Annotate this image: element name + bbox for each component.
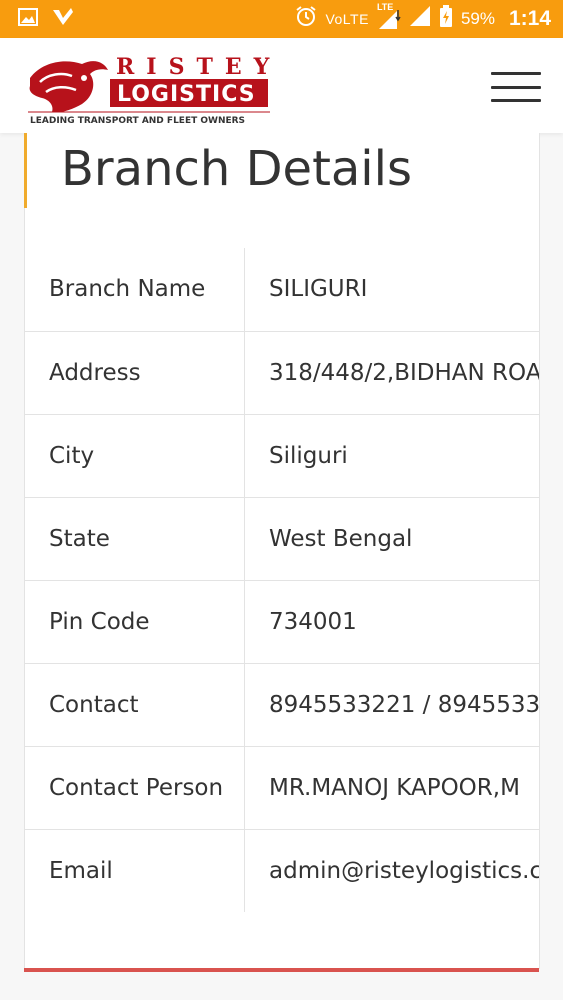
row-value[interactable]: admin@risteylogistics.co	[245, 829, 539, 912]
row-label: City	[25, 414, 245, 497]
menu-line	[491, 85, 541, 89]
table-row-email: Email admin@risteylogistics.co	[25, 829, 539, 912]
row-label: State	[25, 497, 245, 580]
footer-accent-bar	[24, 968, 539, 972]
logo-name-bottom: LOGISTICS	[117, 82, 256, 107]
logo-name-top: RISTEY	[116, 54, 274, 80]
menu-line	[491, 72, 541, 75]
table-row-contact-person: Contact Person MR.MANOJ KAPOOR,M	[25, 746, 539, 829]
row-label: Address	[25, 331, 245, 414]
hamburger-menu-icon[interactable]	[491, 72, 541, 102]
battery-percent: 59%	[460, 9, 495, 28]
table-row-city: City Siliguri	[25, 414, 539, 497]
page-title: Branch Details	[61, 141, 412, 197]
status-bar: VoLTE LTE 59% 1:14	[0, 0, 563, 38]
menu-line	[491, 99, 541, 102]
row-value: 318/448/2,BIDHAN ROA	[269, 359, 539, 386]
row-value: SILIGURI	[269, 276, 368, 303]
lte-label: LTE	[376, 2, 394, 12]
row-value: MR.MANOJ KAPOOR,M	[269, 774, 520, 801]
volte-label: VoLTE	[325, 11, 369, 27]
table-row-branch-name: Branch Name SILIGURI	[25, 248, 539, 331]
app-header: RISTEY LOGISTICS LEADING TRANSPORT AND F…	[0, 38, 563, 133]
check-notification-icon	[52, 7, 74, 32]
clock-time: 1:14	[508, 7, 551, 30]
ristey-logistics-logo[interactable]: RISTEY LOGISTICS LEADING TRANSPORT AND F…	[24, 48, 274, 128]
row-label: Contact Person	[25, 746, 245, 829]
row-value: Siliguri	[269, 442, 348, 469]
table-row-state: State West Bengal	[25, 497, 539, 580]
alarm-icon	[295, 5, 317, 33]
gallery-notification-icon	[18, 7, 38, 31]
branch-details-table: Branch Name SILIGURI Address 318/448/2,B…	[25, 248, 539, 912]
battery-charging-icon	[439, 5, 453, 33]
row-label: Email	[25, 829, 245, 912]
logo-tagline: LEADING TRANSPORT AND FLEET OWNERS	[30, 116, 245, 126]
branch-details-card: Branch Details Branch Name SILIGURI Addr…	[24, 133, 540, 969]
row-label: Branch Name	[25, 248, 245, 331]
table-row-pin-code: Pin Code 734001	[25, 580, 539, 663]
signal-strength-icon	[409, 5, 431, 33]
table-row-address: Address 318/448/2,BIDHAN ROA	[25, 331, 539, 414]
row-label: Contact	[25, 663, 245, 746]
signal-lte-icon: LTE	[377, 2, 401, 30]
table-row-contact: Contact 8945533221 / 89455332	[25, 663, 539, 746]
row-value: West Bengal	[269, 525, 413, 552]
row-label: Pin Code	[25, 580, 245, 663]
row-value[interactable]: 8945533221 / 89455332	[245, 663, 539, 746]
row-value: 734001	[269, 608, 357, 635]
title-accent-bar	[24, 133, 27, 208]
bull-emblem-icon	[29, 61, 109, 113]
